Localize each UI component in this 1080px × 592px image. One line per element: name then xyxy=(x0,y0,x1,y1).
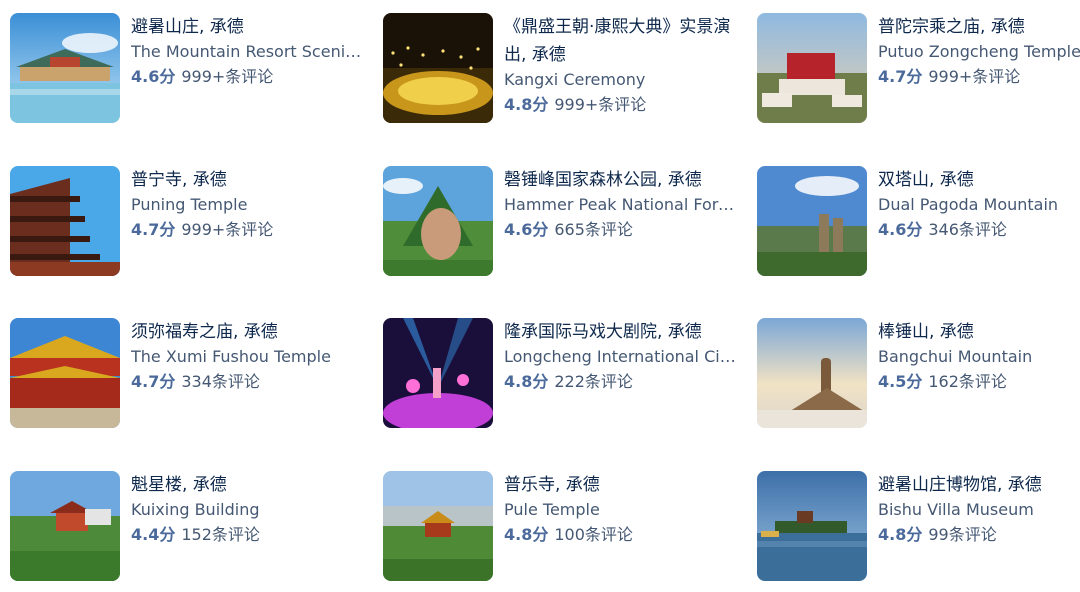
attraction-name-cn[interactable]: 避暑山庄博物馆, 承德 xyxy=(878,471,1080,499)
review-count[interactable]: 100条评论 xyxy=(554,525,633,544)
attraction-name-cn[interactable]: 普宁寺, 承德 xyxy=(131,166,367,194)
attraction-name-en: Hammer Peak National Forest Park xyxy=(504,195,740,214)
rating-score: 4.8分 xyxy=(504,372,549,391)
rating-score: 4.6分 xyxy=(504,220,549,239)
attraction-card[interactable]: 须弥福寿之庙, 承德 The Xumi Fushou Temple 4.7分 33… xyxy=(10,318,372,430)
review-count[interactable]: 222条评论 xyxy=(554,372,633,391)
review-count[interactable]: 152条评论 xyxy=(181,525,260,544)
attraction-photo[interactable] xyxy=(10,471,120,581)
attraction-card[interactable]: 魁星楼, 承德 Kuixing Building 4.4分 152条评论 xyxy=(10,471,372,583)
rating-score: 4.8分 xyxy=(878,525,923,544)
attraction-card[interactable]: 磬锤峰国家森林公园, 承德 Hammer Peak National Fores… xyxy=(383,166,745,278)
attraction-name-en: Bangchui Mountain xyxy=(878,347,1033,366)
attraction-name-en: Longcheng International Circus Theatre xyxy=(504,347,740,366)
rating-score: 4.8分 xyxy=(504,95,549,114)
attraction-photo[interactable] xyxy=(757,318,867,428)
attraction-photo[interactable] xyxy=(383,318,493,428)
attraction-name-cn[interactable]: 普乐寺, 承德 xyxy=(504,471,740,499)
review-count[interactable]: 334条评论 xyxy=(181,372,260,391)
review-count[interactable]: 999+条评论 xyxy=(928,67,1020,86)
rating-score: 4.6分 xyxy=(878,220,923,239)
attraction-name-cn[interactable]: 磬锤峰国家森林公园, 承德 xyxy=(504,166,740,194)
attraction-card[interactable]: 普陀宗乘之庙, 承德 Putuo Zongcheng Temple 4.7分 99… xyxy=(757,13,1080,125)
rating-score: 4.5分 xyxy=(878,372,923,391)
attraction-name-cn[interactable]: 双塔山, 承德 xyxy=(878,166,1080,194)
rating-score: 4.7分 xyxy=(131,220,176,239)
attraction-name-cn[interactable]: 隆承国际马戏大剧院, 承德 xyxy=(504,318,740,346)
review-count[interactable]: 999+条评论 xyxy=(181,220,273,239)
attraction-photo[interactable] xyxy=(10,318,120,428)
attraction-photo[interactable] xyxy=(757,166,867,276)
attraction-photo[interactable] xyxy=(383,166,493,276)
attraction-card[interactable]: 《鼎盛王朝·康熙大典》实景演出, 承德 Kangxi Ceremony 4.8分… xyxy=(383,13,745,125)
rating-score: 4.6分 xyxy=(131,67,176,86)
attraction-name-cn[interactable]: 普陀宗乘之庙, 承德 xyxy=(878,13,1080,41)
rating-score: 4.7分 xyxy=(878,67,923,86)
attractions-grid: 避暑山庄, 承德 The Mountain Resort Scenic Area… xyxy=(0,0,1080,592)
attraction-card[interactable]: 普宁寺, 承德 Puning Temple 4.7分 999+条评论 xyxy=(10,166,372,278)
attraction-photo[interactable] xyxy=(757,471,867,581)
attraction-card[interactable]: 避暑山庄, 承德 The Mountain Resort Scenic Area… xyxy=(10,13,372,125)
attraction-name-cn[interactable]: 《鼎盛王朝·康熙大典》实景演出, 承德 xyxy=(504,13,740,69)
attraction-name-en: Puning Temple xyxy=(131,195,248,214)
attraction-card[interactable]: 双塔山, 承德 Dual Pagoda Mountain 4.6分 346条评论 xyxy=(757,166,1080,278)
rating-score: 4.4分 xyxy=(131,525,176,544)
attraction-name-cn[interactable]: 魁星楼, 承德 xyxy=(131,471,367,499)
attraction-name-en: The Xumi Fushou Temple xyxy=(131,347,331,366)
attraction-name-cn[interactable]: 避暑山庄, 承德 xyxy=(131,13,367,41)
rating-score: 4.8分 xyxy=(504,525,549,544)
attraction-photo[interactable] xyxy=(10,13,120,123)
attraction-name-en: Kuixing Building xyxy=(131,500,260,519)
attraction-name-en: The Mountain Resort Scenic Area xyxy=(131,42,367,61)
attraction-card[interactable]: 避暑山庄博物馆, 承德 Bishu Villa Museum 4.8分 99条评论 xyxy=(757,471,1080,583)
attraction-name-cn[interactable]: 须弥福寿之庙, 承德 xyxy=(131,318,367,346)
review-count[interactable]: 999+条评论 xyxy=(554,95,646,114)
review-count[interactable]: 346条评论 xyxy=(928,220,1007,239)
review-count[interactable]: 99条评论 xyxy=(928,525,996,544)
attraction-name-en: Bishu Villa Museum xyxy=(878,500,1034,519)
attraction-card[interactable]: 棒锤山, 承德 Bangchui Mountain 4.5分 162条评论 xyxy=(757,318,1080,430)
attraction-name-en: Dual Pagoda Mountain xyxy=(878,195,1059,214)
attraction-photo[interactable] xyxy=(383,471,493,581)
attraction-card[interactable]: 隆承国际马戏大剧院, 承德 Longcheng International Ci… xyxy=(383,318,745,430)
review-count[interactable]: 665条评论 xyxy=(554,220,633,239)
attraction-name-en: Pule Temple xyxy=(504,500,600,519)
attraction-photo[interactable] xyxy=(10,166,120,276)
rating-score: 4.7分 xyxy=(131,372,176,391)
attraction-name-cn[interactable]: 棒锤山, 承德 xyxy=(878,318,1080,346)
review-count[interactable]: 999+条评论 xyxy=(181,67,273,86)
review-count[interactable]: 162条评论 xyxy=(928,372,1007,391)
attraction-photo[interactable] xyxy=(757,13,867,123)
attraction-photo[interactable] xyxy=(383,13,493,123)
attraction-name-en: Kangxi Ceremony xyxy=(504,70,646,89)
attraction-name-en: Putuo Zongcheng Temple xyxy=(878,42,1080,61)
attraction-card[interactable]: 普乐寺, 承德 Pule Temple 4.8分 100条评论 xyxy=(383,471,745,583)
